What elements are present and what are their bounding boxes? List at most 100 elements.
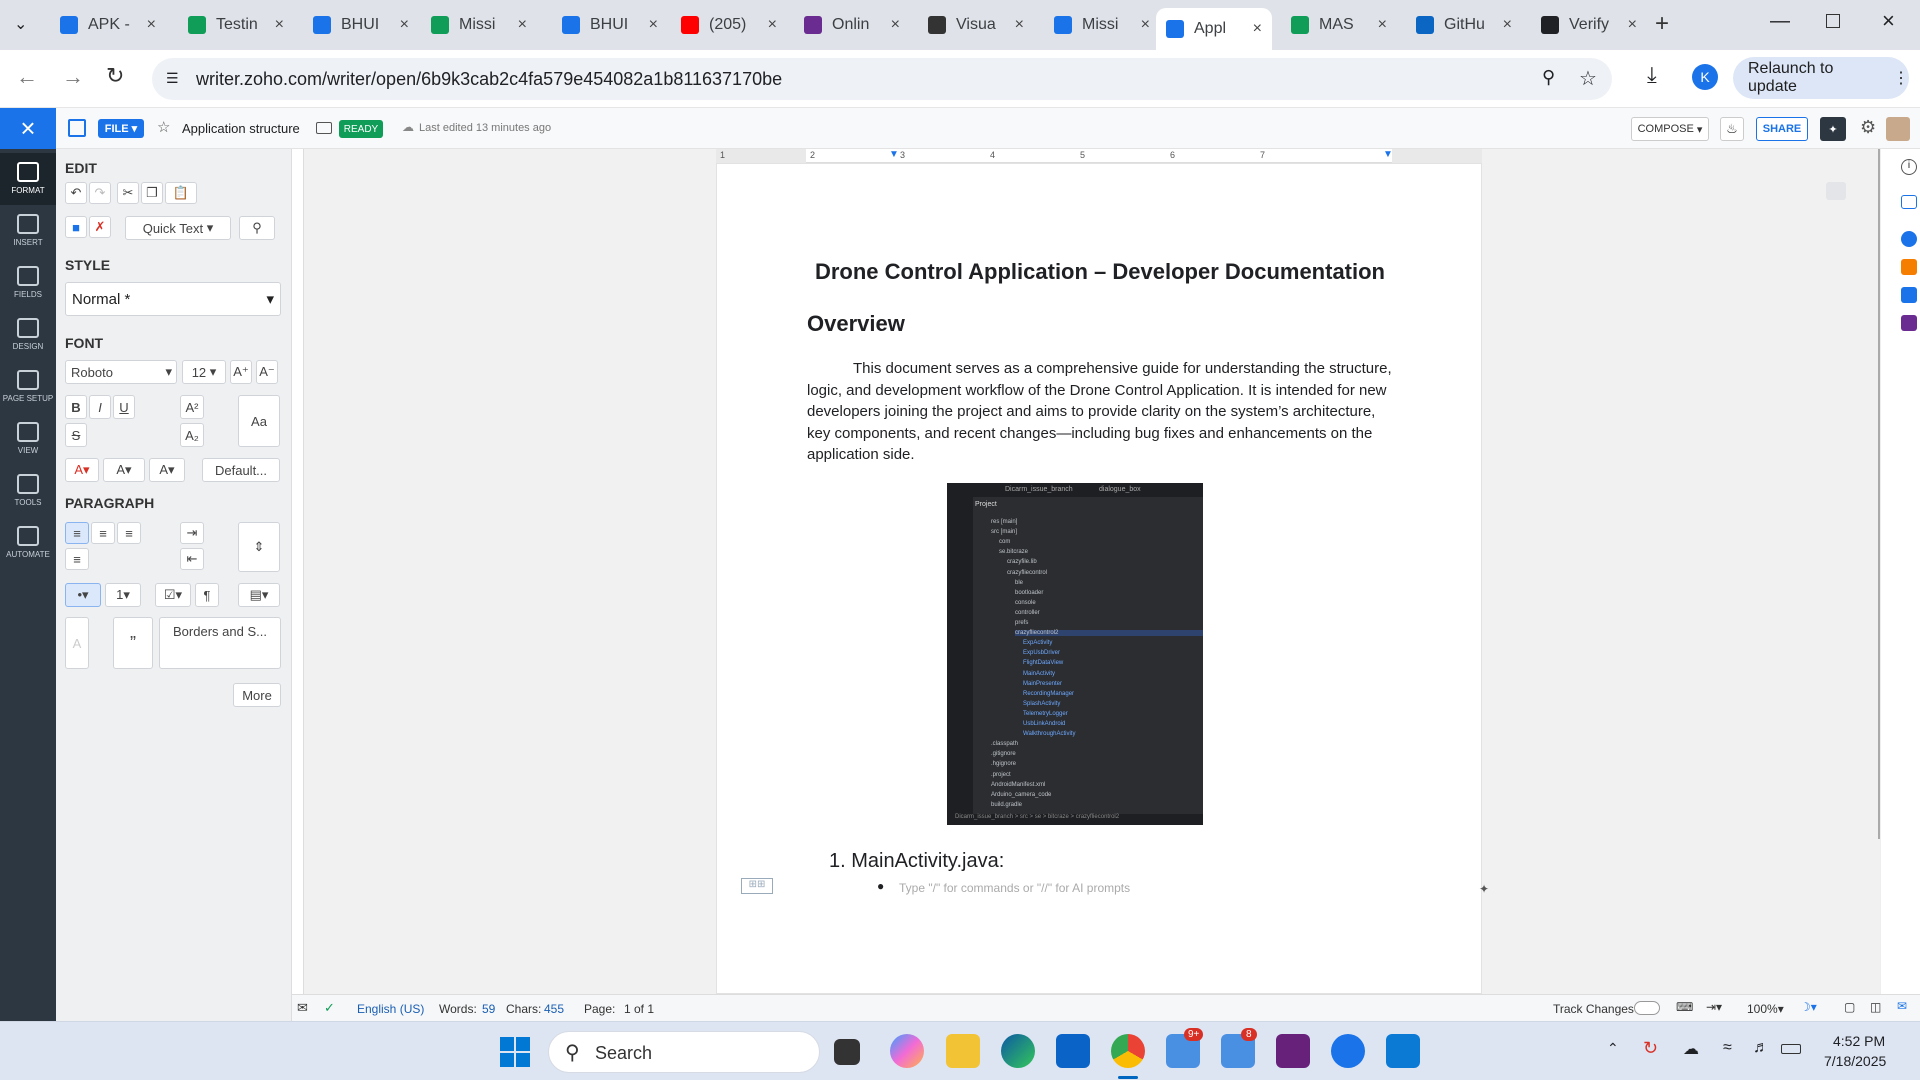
outdent-button[interactable]: ⇤ [180,548,204,570]
app-a-icon[interactable] [1331,1034,1365,1068]
superscript-button[interactable]: A² [180,395,204,419]
justify-button[interactable]: ≡ [65,548,89,570]
ai-assistant-icon[interactable]: ✦ [1820,117,1846,141]
pilcrow-button[interactable]: ¶ [195,583,219,607]
paste-button[interactable]: 📋 [165,182,197,204]
favorite-star-icon[interactable]: ☆ [157,118,170,136]
taskbar-search[interactable]: ⚲ Search [548,1031,820,1073]
info-icon[interactable]: i [1901,159,1917,175]
page-count[interactable]: 1 of 1 [624,1002,654,1016]
compose-button[interactable]: COMPOSE ▾ [1631,117,1709,141]
tab-9[interactable]: Appl × [1156,8,1272,50]
maximize-icon[interactable] [1826,14,1840,28]
copilot-icon[interactable] [890,1034,924,1068]
ai-prompt-placeholder[interactable]: Type "/" for commands or "//" for AI pro… [899,881,1130,895]
tab-close-icon[interactable]: × [147,16,156,34]
heading-overview[interactable]: Overview [807,311,905,337]
find-replace-button[interactable]: ⚲ [239,216,275,240]
folder-icon[interactable] [316,122,332,134]
tab-8[interactable]: Missi × [1044,8,1160,42]
tab-0[interactable]: APK - × [50,8,166,42]
vscode-icon[interactable] [1386,1034,1420,1068]
highlight-button[interactable]: A▾ [103,458,145,482]
tab-4[interactable]: BHUI × [552,8,668,42]
bold-button[interactable]: B [65,395,87,419]
quick-text-button[interactable]: Quick Text ▾ [125,216,231,240]
quote-button[interactable]: ” [113,617,153,669]
start-windows-icon[interactable] [500,1037,530,1067]
undo-button[interactable]: ↶ [65,182,87,204]
chrome-icon[interactable] [1111,1034,1145,1068]
tab-2[interactable]: BHUI × [303,8,419,42]
increase-font-button[interactable]: A⁺ [230,360,252,384]
tab-7[interactable]: Visua × [918,8,1034,42]
tab-6[interactable]: Onlin × [794,8,910,42]
tab-3[interactable]: Missi × [421,8,537,42]
line-spacing-button[interactable]: ⇕ [238,522,280,572]
feedback-mail-icon[interactable]: ✉ [1897,999,1907,1013]
tab-close-icon[interactable]: × [768,16,777,34]
language[interactable]: English (US) [357,1002,424,1016]
tab-close-icon[interactable]: × [649,16,658,34]
decrease-font-button[interactable]: A⁻ [256,360,278,384]
tab-5[interactable]: (205) × [671,8,787,42]
drop-cap-button[interactable]: A [65,617,89,669]
zoom-icon[interactable]: ⚲ [1542,67,1555,88]
clear-format-button[interactable]: ✗ [89,216,111,238]
left-indent-marker[interactable]: ▼ [889,149,899,160]
redo-button[interactable]: ↷ [89,182,111,204]
rail-item-5[interactable]: VIEW [0,413,56,465]
strikethrough-button[interactable]: S [65,423,87,447]
share-button[interactable]: SHARE [1756,117,1808,141]
extensions-icon[interactable] [1901,315,1917,331]
ai-wand-icon[interactable]: ✦ [1479,882,1489,896]
align-left-button[interactable]: ≡ [65,522,89,544]
checklist-button[interactable]: ☑▾ [155,583,191,607]
rail-item-2[interactable]: FIELDS [0,257,56,309]
zoom-level[interactable]: 100%▾ [1747,1002,1784,1016]
visual-studio-icon[interactable] [1276,1034,1310,1068]
character-spacing-button[interactable]: A▾ [149,458,185,482]
rail-item-1[interactable]: INSERT [0,205,56,257]
tab-close-icon[interactable]: × [1141,16,1150,34]
align-right-button[interactable]: ≡ [117,522,141,544]
profile-avatar[interactable]: K [1692,64,1718,90]
site-info-icon[interactable]: ☰ [166,70,179,87]
menu-dots-icon[interactable]: ⋮ [1893,68,1909,88]
tab-search-icon[interactable]: ⌄ [14,14,27,34]
doc-title[interactable]: Drone Control Application – Developer Do… [717,259,1483,285]
tab-close-icon[interactable]: × [1378,16,1387,34]
user-avatar[interactable] [1886,117,1910,141]
bullet-list-button[interactable]: •▾ [65,583,101,607]
italic-button[interactable]: I [89,395,111,419]
new-tab-icon[interactable]: + [1655,10,1669,38]
tab-close-icon[interactable]: × [275,16,284,34]
overview-paragraph[interactable]: This document serves as a comprehensive … [807,358,1399,466]
battery-icon[interactable] [1781,1044,1801,1054]
tray-cloud-icon[interactable]: ☁ [1683,1039,1699,1059]
numbered-list-button[interactable]: 1▾ [105,583,141,607]
outlook-icon[interactable] [1056,1034,1090,1068]
doc-name[interactable]: Application structure [182,121,300,136]
tray-sync-icon[interactable]: ↻ [1643,1038,1658,1059]
tab-10[interactable]: MAS × [1281,8,1397,42]
copy-button[interactable]: ❐ [141,182,163,204]
cut-button[interactable]: ✂ [117,182,139,204]
style-dropdown[interactable]: Normal * ▾ [65,282,281,316]
default-font-button[interactable]: Default... [202,458,280,482]
tab-close-icon[interactable]: × [1253,20,1262,38]
rail-item-3[interactable]: DESIGN [0,309,56,361]
underline-button[interactable]: U [113,395,135,419]
wordpress-icon[interactable] [1901,231,1917,247]
back-icon[interactable]: ← [16,64,38,90]
right-indent-marker[interactable]: ▼ [1383,149,1393,160]
close-editor-button[interactable]: × [0,108,56,149]
download-icon[interactable]: ⤓ [1647,62,1657,88]
notes-icon[interactable] [1901,287,1917,303]
dark-mode-icon[interactable]: ☽▾ [1800,1000,1817,1014]
subscript-button[interactable]: A₂ [180,423,204,447]
paint-format-button[interactable]: ■ [65,216,87,238]
clock-date[interactable]: 7/18/2025 [1824,1053,1886,1069]
tab-close-icon[interactable]: × [1015,16,1024,34]
blogger-icon[interactable] [1901,259,1917,275]
